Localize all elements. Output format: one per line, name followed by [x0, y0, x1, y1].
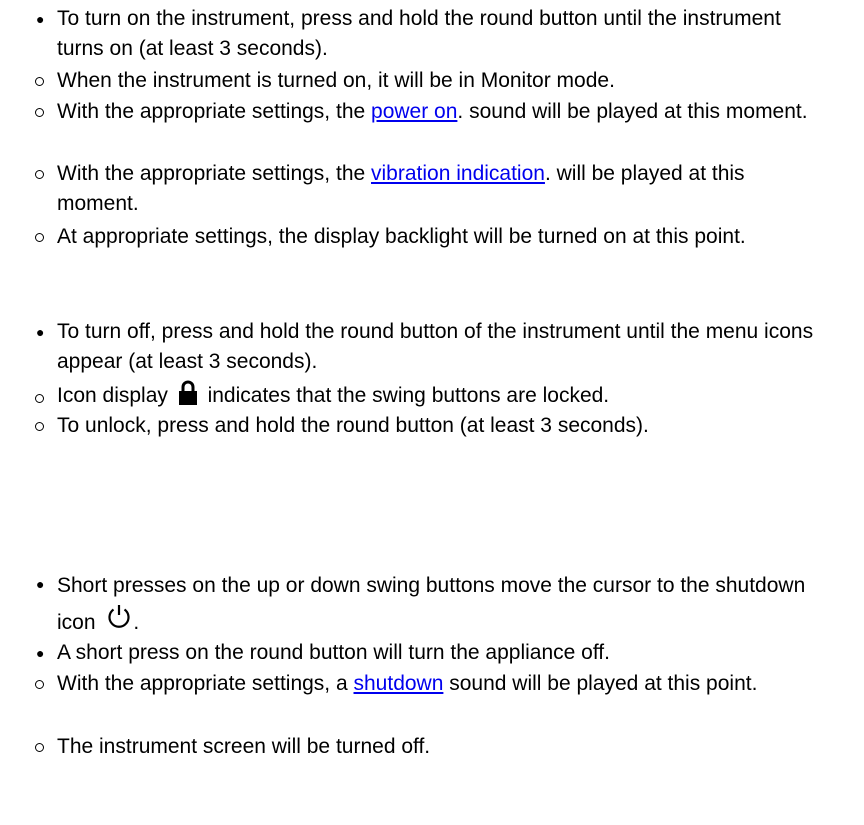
item-text: To unlock, press and hold the round butt… [57, 414, 649, 437]
circle-bullet [35, 422, 44, 431]
disc-bullet: ● [36, 576, 45, 592]
disc-bullet: ● [36, 324, 45, 340]
list-item: With the appropriate settings, the power… [0, 97, 832, 127]
list-item: ● A short press on the round button will… [0, 638, 832, 668]
vibration-indication-link[interactable]: vibration indication [371, 162, 545, 185]
list-item: The instrument screen will be turned off… [0, 732, 832, 762]
item-text: With the appropriate settings, the vibra… [57, 162, 745, 215]
circle-bullet [35, 394, 44, 403]
disc-bullet: ● [36, 11, 45, 27]
list-item: When the instrument is turned on, it wil… [0, 66, 832, 96]
circle-bullet [35, 170, 44, 179]
item-text: With the appropriate settings, a shutdow… [57, 672, 758, 695]
list-item: ● To turn off, press and hold the round … [0, 317, 832, 377]
list-item: ● Short presses on the up or down swing … [0, 569, 832, 640]
lock-icon [178, 380, 197, 405]
list-item: Icon display indicates that the swing bu… [0, 380, 832, 411]
item-text: When the instrument is turned on, it wil… [57, 69, 615, 92]
disc-bullet: ● [36, 645, 45, 661]
item-text: With the appropriate settings, the power… [57, 100, 808, 123]
circle-bullet [35, 108, 44, 117]
list-item: To unlock, press and hold the round butt… [0, 411, 832, 441]
item-text: Icon display indicates that the swing bu… [57, 380, 832, 411]
shutdown-link[interactable]: shutdown [354, 672, 444, 695]
item-text: The instrument screen will be turned off… [57, 735, 431, 758]
power-icon [108, 605, 130, 628]
power-on-link[interactable]: power on [371, 100, 457, 123]
list-item: At appropriate settings, the display bac… [0, 222, 832, 252]
circle-bullet [35, 233, 44, 242]
item-text: To turn off, press and hold the round bu… [57, 320, 814, 373]
item-text: Short presses on the up or down swing bu… [57, 574, 806, 634]
item-text: To turn on the instrument, press and hol… [57, 7, 781, 60]
item-text: At appropriate settings, the display bac… [57, 225, 746, 248]
item-text: A short press on the round button will t… [57, 641, 610, 664]
list-item: With the appropriate settings, a shutdow… [0, 669, 832, 699]
circle-bullet [35, 680, 44, 689]
list-item: With the appropriate settings, the vibra… [0, 159, 832, 219]
circle-bullet [35, 77, 44, 86]
circle-bullet [35, 743, 44, 752]
list-item: ● To turn on the instrument, press and h… [0, 4, 832, 64]
